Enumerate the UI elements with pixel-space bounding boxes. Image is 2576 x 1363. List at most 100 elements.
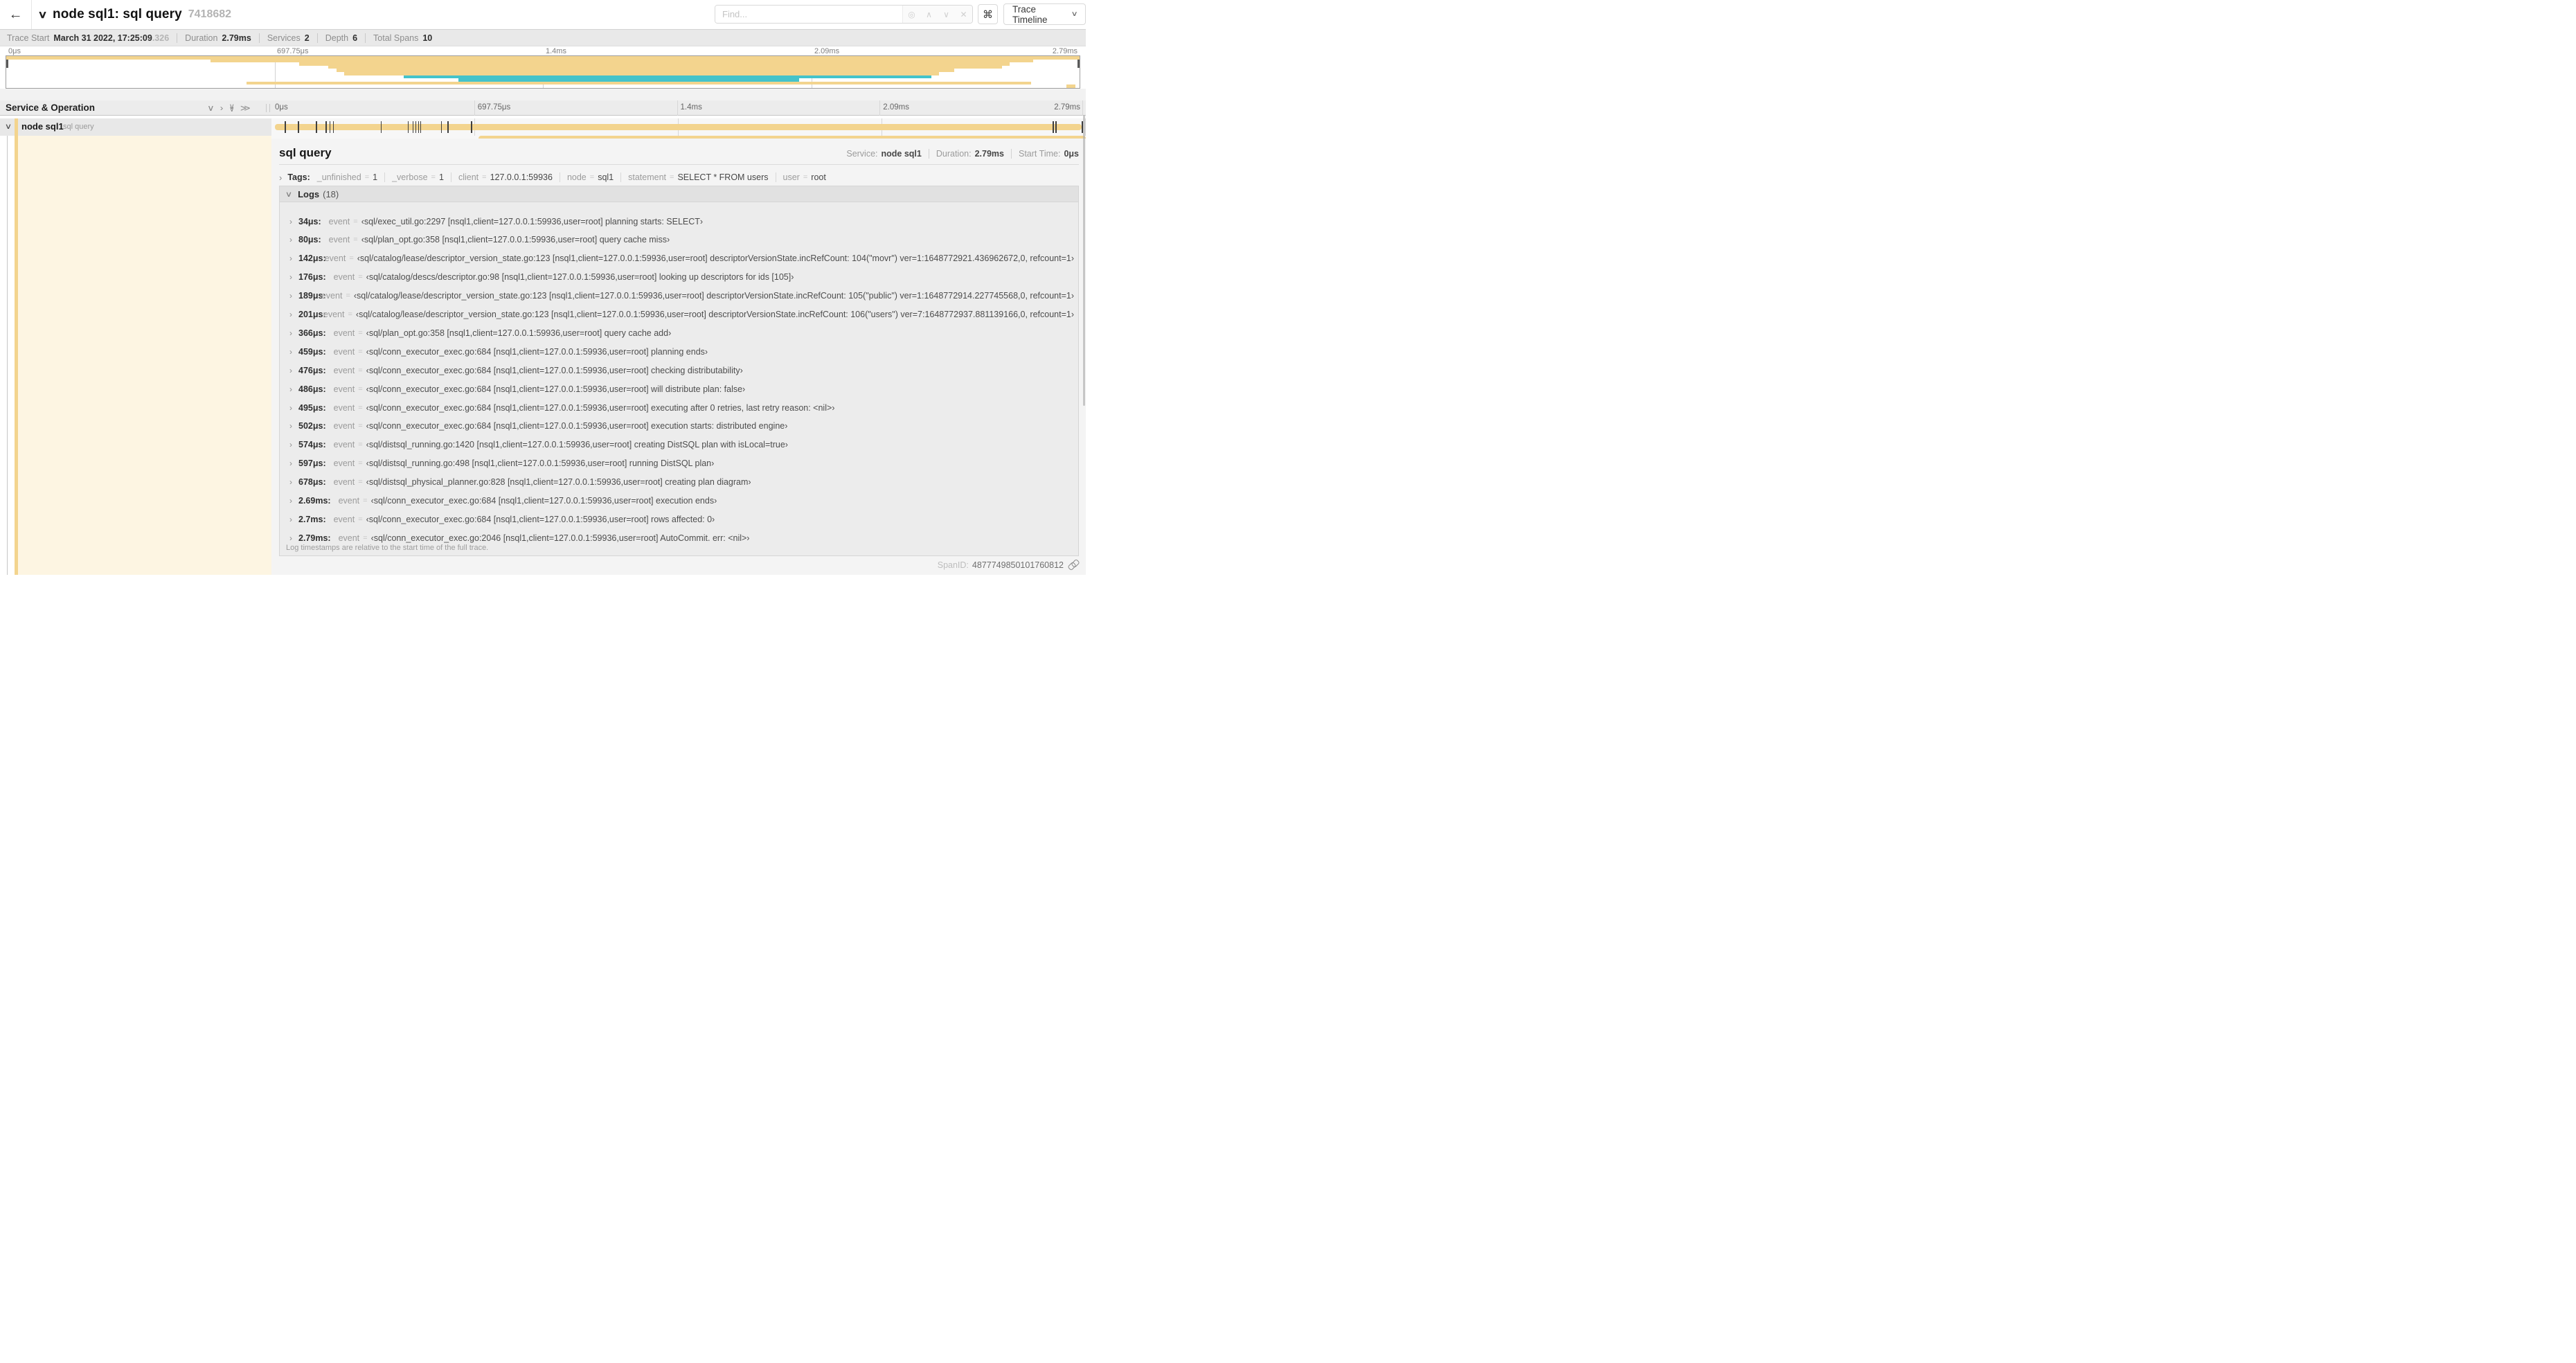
chevron-right-icon[interactable]: › — [220, 104, 223, 112]
span-collapse-icon[interactable]: ∨ — [5, 122, 12, 131]
equals-sign: = — [358, 422, 363, 431]
log-field-value: ‹sql/catalog/lease/descriptor_version_st… — [353, 291, 1074, 301]
chevron-down-icon[interactable]: ∨ — [938, 10, 955, 19]
log-entry-row[interactable]: › 502μs: event = ‹sql/conn_executor_exec.go:… — [289, 417, 1074, 436]
log-entry-row[interactable]: › 2.69ms: event = ‹sql/conn_executor_exec.go… — [289, 492, 1074, 510]
log-marker-tick[interactable] — [418, 121, 420, 133]
log-marker-tick[interactable] — [285, 121, 286, 133]
view-selector-button[interactable]: Trace Timeline ∨ — [1003, 3, 1086, 25]
deep-link-icon[interactable] — [1068, 560, 1079, 570]
meta-value: node sql1 — [881, 149, 922, 159]
back-button[interactable]: ← — [0, 0, 32, 29]
log-marker-tick[interactable] — [471, 121, 472, 133]
chevron-down-icon[interactable]: ∨ — [207, 104, 215, 112]
chevron-right-icon: › — [289, 384, 292, 394]
chevron-up-icon[interactable]: ∧ — [920, 10, 938, 19]
log-entry-row[interactable]: › 189μs: event = ‹sql/catalog/lease/descript… — [289, 287, 1074, 305]
log-marker-tick[interactable] — [325, 121, 327, 133]
column-resizer-handle[interactable] — [266, 104, 270, 112]
close-icon[interactable]: ✕ — [955, 10, 972, 19]
locate-icon[interactable]: ◎ — [903, 10, 920, 19]
time-tick-label: 2.79ms — [1054, 103, 1080, 112]
log-marker-tick[interactable] — [380, 121, 382, 133]
log-marker-tick[interactable] — [1053, 121, 1054, 133]
chevron-right-icon: › — [289, 365, 292, 375]
log-entry-row[interactable]: › 495μs: event = ‹sql/conn_executor_exec.go:… — [289, 398, 1074, 417]
equals-sign: = — [431, 173, 436, 181]
detail-row-tint — [15, 136, 271, 575]
timeline-header-row: Service & Operation ∨ › ∨ ∨ ≫ 0μs 697.75μs 1.4… — [0, 100, 1086, 116]
log-marker-tick[interactable] — [407, 121, 409, 133]
log-entry-row[interactable]: › 597μs: event = ‹sql/distsql_running.go:498… — [289, 454, 1074, 473]
tag-item: client = 127.0.0.1:59936 — [450, 172, 553, 182]
tag-value: sql1 — [598, 172, 614, 182]
log-entry-row[interactable]: › 80μs: event = ‹sql/plan_opt.go:358 [nsql1,… — [289, 231, 1074, 249]
summary-value-suffix: .326 — [152, 33, 170, 43]
logs-title: Logs — [298, 188, 320, 199]
log-entry-row[interactable]: › 176μs: event = ‹sql/catalog/descs/descript… — [289, 268, 1074, 287]
log-entry-row[interactable]: › 34μs: event = ‹sql/exec_util.go:2297 [nsql… — [289, 212, 1074, 231]
log-timestamp: 2.79ms: — [298, 533, 331, 543]
equals-sign: = — [363, 533, 368, 542]
keyboard-shortcuts-button[interactable]: ⌘ — [978, 4, 998, 24]
log-entry-row[interactable]: › 486μs: event = ‹sql/conn_executor_exec.go:… — [289, 380, 1074, 398]
log-field-value: ‹sql/conn_executor_exec.go:684 [nsql1,cl… — [370, 496, 717, 506]
log-entry-row[interactable]: › 459μs: event = ‹sql/conn_executor_exec.go:… — [289, 342, 1074, 361]
tag-key: _verbose — [392, 172, 428, 182]
find-input[interactable] — [715, 6, 902, 23]
summary-item: Services 2 — [258, 33, 310, 43]
log-entry-row[interactable]: › 201μs: event = ‹sql/catalog/lease/descript… — [289, 305, 1074, 324]
minimap-span-bar — [1066, 84, 1075, 88]
double-chevron-down-icon[interactable]: ∨ ∨ — [229, 103, 235, 113]
log-field-key: event — [333, 272, 355, 283]
span-row-name-cell[interactable]: ∨ node sql1 sql query — [0, 118, 271, 136]
log-field-value: ‹sql/catalog/lease/descriptor_version_st… — [355, 310, 1074, 319]
equals-sign: = — [358, 273, 363, 282]
span-duration-bar[interactable] — [275, 124, 1082, 130]
chevron-right-icon: › — [289, 291, 292, 301]
tags-row[interactable]: › Tags: _unfinished = 1 _verbose = 1 cli… — [279, 170, 1079, 184]
log-marker-tick[interactable] — [412, 121, 414, 133]
log-entry-row[interactable]: › 142μs: event = ‹sql/catalog/lease/descript… — [289, 249, 1074, 268]
logs-header[interactable]: ∨ Logs (18) — [280, 186, 1078, 202]
summary-item: Depth 6 — [316, 33, 357, 43]
log-entry-row[interactable]: › 476μs: event = ‹sql/conn_executor_exec.go:… — [289, 361, 1074, 380]
span-service-name: node sql1 — [21, 121, 64, 132]
log-marker-tick[interactable] — [329, 121, 331, 133]
tag-key: _unfinished — [316, 172, 361, 182]
equals-sign: = — [803, 173, 808, 181]
span-graph-minimap[interactable] — [6, 55, 1080, 89]
trace-title-group: ∨ node sql1: sql query 7418682 — [37, 0, 231, 29]
log-entry-row[interactable]: › 678μs: event = ‹sql/distsql_physical_plann… — [289, 473, 1074, 492]
log-entry-row[interactable]: › 2.7ms: event = ‹sql/conn_executor_exec.go:… — [289, 510, 1074, 528]
log-entry-row[interactable]: › 574μs: event = ‹sql/distsql_running.go:142… — [289, 436, 1074, 454]
log-marker-tick[interactable] — [316, 121, 317, 133]
log-marker-tick[interactable] — [440, 121, 442, 133]
log-timestamp: 176μs: — [298, 272, 326, 283]
summary-item: Total Spans 10 — [365, 33, 432, 43]
page-scrollbar[interactable] — [1083, 115, 1085, 406]
tag-item: _verbose = 1 — [384, 172, 444, 182]
span-row-timeline-cell[interactable] — [271, 118, 1086, 136]
grid-line — [1082, 100, 1083, 116]
logs-count: (18) — [323, 188, 339, 199]
chevron-right-icon: › — [289, 533, 292, 543]
log-entry-row[interactable]: › 366μs: event = ‹sql/plan_opt.go:358 [nsql1… — [289, 323, 1074, 342]
log-timestamp: 678μs: — [298, 477, 326, 488]
log-field-value: ‹sql/conn_executor_exec.go:684 [nsql1,cl… — [366, 421, 788, 431]
log-field-value: ‹sql/conn_executor_exec.go:2046 [nsql1,c… — [370, 533, 750, 543]
summary-label: Services — [267, 33, 301, 43]
log-marker-tick[interactable] — [332, 121, 334, 133]
span-id-value: 4877749850101760812 — [972, 560, 1064, 570]
section-divider — [0, 89, 1086, 100]
log-marker-tick[interactable] — [298, 121, 299, 133]
log-marker-tick[interactable] — [415, 121, 417, 133]
log-marker-tick[interactable] — [420, 121, 422, 133]
double-chevron-right-icon[interactable]: ≫ — [240, 104, 251, 112]
log-marker-tick[interactable] — [447, 121, 449, 133]
chevron-right-icon: › — [289, 477, 292, 488]
log-field-value: ‹sql/distsql_physical_planner.go:828 [ns… — [366, 477, 751, 488]
log-marker-tick[interactable] — [1055, 121, 1057, 133]
collapse-trace-icon[interactable]: ∨ — [37, 8, 47, 21]
span-color-accent — [15, 118, 18, 136]
